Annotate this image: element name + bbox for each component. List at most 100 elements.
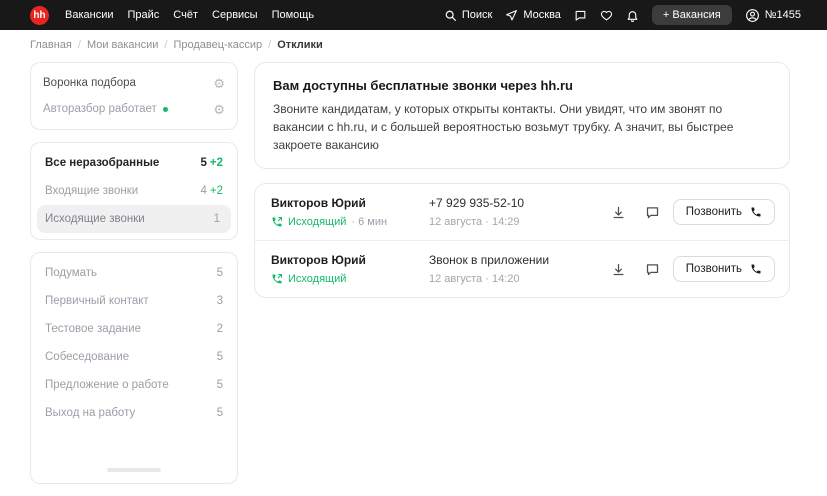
call-actions: Позвонить (605, 198, 775, 226)
free-calls-promo-card: Вам доступны бесплатные звонки через hh.… (254, 62, 790, 169)
nav-help[interactable]: Помощь (272, 9, 315, 21)
messages-icon[interactable] (574, 9, 587, 22)
stage-label: Первичный контакт (45, 295, 149, 307)
comment-button[interactable] (639, 255, 667, 283)
breadcrumb: Главная Мои вакансии Продавец-кассир Отк… (0, 30, 827, 58)
notifications-bell-icon[interactable] (626, 9, 639, 22)
stage-label: Подумать (45, 267, 98, 279)
call-back-button[interactable]: Позвонить (672, 256, 775, 282)
top-navigation-bar: hh Вакансии Прайс Счёт Сервисы Помощь По… (0, 0, 827, 30)
funnel-label: Воронка подбора (43, 77, 136, 89)
hiring-stages-card: Подумать 5 Первичный контакт 3 Тестовое … (30, 252, 238, 484)
search-button[interactable]: Поиск (444, 9, 492, 22)
autoreview-gear-icon[interactable]: ⚙ (213, 103, 225, 116)
folder-outgoing-calls[interactable]: Исходящие звонки 1 (37, 205, 231, 233)
stage-job-offer[interactable]: Предложение о работе 5 (37, 371, 231, 399)
nav-services[interactable]: Сервисы (212, 9, 258, 21)
sidebar: Воронка подбора ⚙ Авторазбор работает ⚙ … (30, 62, 238, 484)
city-label: Москва (523, 9, 561, 21)
nav-price[interactable]: Прайс (128, 9, 160, 21)
call-folders-card: Все неразобранные 5 +2 Входящие звонки 4… (30, 142, 238, 240)
stage-test-task[interactable]: Тестовое задание 2 (37, 315, 231, 343)
stage-count: 5 (216, 379, 223, 391)
call-type: Исходящий (288, 216, 347, 228)
location-send-icon (505, 9, 518, 22)
autoreview-settings-row: Авторазбор работает ⚙ (43, 96, 225, 122)
nav-vacancies[interactable]: Вакансии (65, 9, 114, 21)
stage-count: 3 (216, 295, 223, 307)
nav-account[interactable]: Счёт (173, 9, 198, 21)
promo-title: Вам доступны бесплатные звонки через hh.… (273, 78, 573, 93)
hh-logo[interactable]: hh (30, 5, 49, 25)
call-datetime: 12 августа · 14:20 (429, 273, 520, 285)
call-actions: Позвонить (605, 255, 775, 283)
favorites-heart-icon[interactable] (600, 9, 613, 22)
call-back-label: Позвонить (685, 206, 742, 218)
count-extra: +2 (209, 185, 223, 197)
outgoing-call-icon (272, 217, 282, 227)
stage-label: Предложение о работе (45, 379, 169, 391)
calls-list-card: Викторов Юрий Исходящий · 6 мин +7 929 9… (254, 183, 790, 298)
download-icon (613, 206, 624, 218)
phone-icon (751, 264, 761, 274)
stage-count: 5 (216, 267, 223, 279)
stage-start-work[interactable]: Выход на работу 5 (37, 399, 231, 427)
funnel-gear-icon[interactable]: ⚙ (213, 77, 225, 90)
stage-count: 5 (216, 407, 223, 419)
outgoing-call-icon (272, 274, 282, 284)
stage-label: Собеседование (45, 351, 130, 363)
folder-count: 1 (214, 213, 223, 225)
breadcrumb-my-vacancies[interactable]: Мои вакансии (87, 39, 174, 51)
scrollbar-thumb[interactable] (107, 468, 161, 472)
promo-body: Звоните кандидатам, у которых открыты ко… (273, 102, 734, 152)
stage-label: Тестовое задание (45, 323, 141, 335)
search-icon (444, 9, 457, 22)
download-icon (613, 263, 624, 275)
folder-label: Исходящие звонки (45, 213, 145, 225)
stage-label: Выход на работу (45, 407, 136, 419)
breadcrumb-home[interactable]: Главная (30, 39, 87, 51)
call-back-button[interactable]: Позвонить (672, 199, 775, 225)
autoreview-label: Авторазбор работает (43, 103, 157, 115)
breadcrumb-current: Отклики (277, 39, 323, 51)
stage-count: 2 (216, 323, 223, 335)
city-selector[interactable]: Москва (505, 9, 561, 22)
call-contact-block: +7 929 935-52-10 12 августа · 14:29 (429, 196, 605, 228)
call-datetime: 12 августа · 14:29 (429, 216, 520, 228)
breadcrumb-vacancy[interactable]: Продавец-кассир (173, 39, 277, 51)
download-record-button[interactable] (605, 255, 633, 283)
call-type-line: Исходящий · 6 мин (271, 216, 429, 228)
stage-interview[interactable]: Собеседование 5 (37, 343, 231, 371)
call-contact-block: Звонок в приложении 12 августа · 14:20 (429, 253, 605, 285)
folder-count: 5 +2 (200, 157, 223, 169)
comment-icon (647, 263, 659, 275)
call-row: Викторов Юрий Исходящий Звонок в приложе… (255, 240, 789, 297)
stage-think[interactable]: Подумать 5 (37, 259, 231, 287)
folder-label: Все неразобранные (45, 157, 160, 169)
profile-icon (745, 8, 760, 23)
account-menu[interactable]: №1455 (745, 8, 801, 23)
count-value: 5 (200, 157, 207, 169)
phone-icon (751, 207, 761, 217)
folder-label: Входящие звонки (45, 185, 139, 197)
call-type-line: Исходящий (271, 273, 429, 285)
download-record-button[interactable] (605, 198, 633, 226)
search-label: Поиск (461, 9, 493, 21)
count-extra: +2 (209, 157, 223, 169)
count-value: 1 (213, 213, 220, 225)
comment-icon (647, 206, 659, 218)
comment-button[interactable] (639, 198, 667, 226)
autoreview-label-wrap: Авторазбор работает (43, 103, 168, 115)
stage-first-contact[interactable]: Первичный контакт 3 (37, 287, 231, 315)
call-type: Исходящий (288, 273, 347, 285)
add-vacancy-button[interactable]: + Вакансия (651, 5, 732, 25)
call-duration: · 6 мин (351, 216, 388, 228)
call-back-label: Позвонить (685, 263, 742, 275)
folder-all-unsorted[interactable]: Все неразобранные 5 +2 (37, 149, 231, 177)
folder-incoming-calls[interactable]: Входящие звонки 4 +2 (37, 177, 231, 205)
count-value: 4 (200, 185, 207, 197)
candidate-name-link[interactable]: Викторов Юрий (271, 253, 429, 267)
funnel-settings-row: Воронка подбора ⚙ (43, 70, 225, 96)
page-content: Воронка подбора ⚙ Авторазбор работает ⚙ … (0, 58, 827, 484)
candidate-name-link[interactable]: Викторов Юрий (271, 196, 429, 210)
